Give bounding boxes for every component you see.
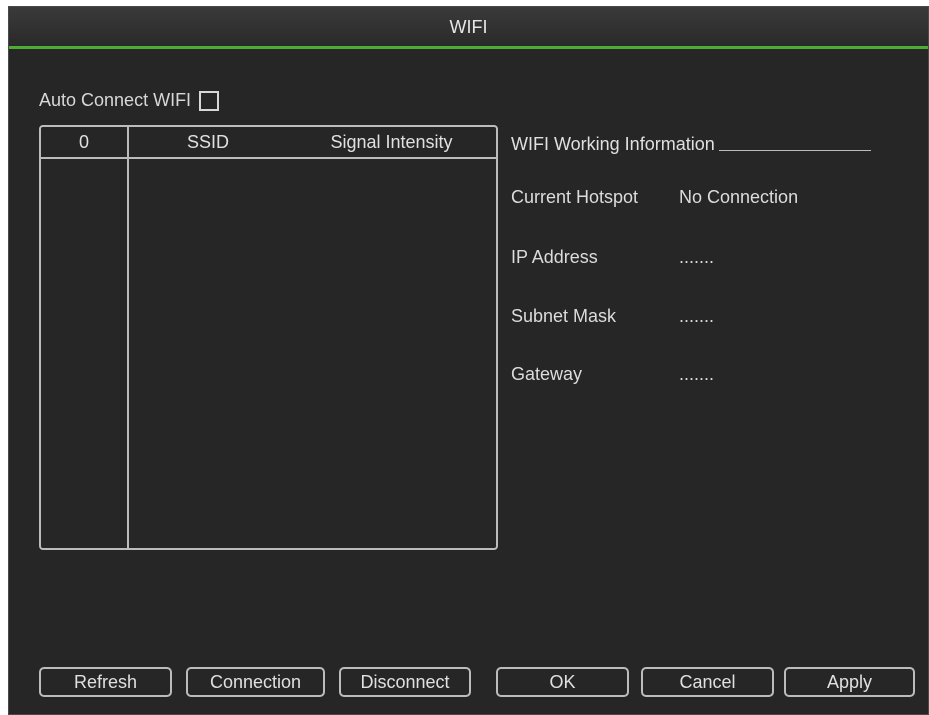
refresh-button[interactable]: Refresh bbox=[39, 667, 172, 697]
apply-button[interactable]: Apply bbox=[784, 667, 915, 697]
ip-address-label: IP Address bbox=[511, 247, 598, 267]
ip-address-row: IP Address....... bbox=[511, 247, 714, 268]
auto-connect-label: Auto Connect WIFI bbox=[39, 90, 192, 110]
ip-address-value: ....... bbox=[679, 247, 715, 267]
column-header-index[interactable]: 0 bbox=[41, 127, 129, 157]
cancel-button[interactable]: Cancel bbox=[641, 667, 774, 697]
wifi-dialog: WIFI Auto Connect WIFI 0 SSID Signal Int… bbox=[8, 6, 929, 715]
subnet-mask-row: Subnet Mask....... bbox=[511, 306, 714, 327]
wifi-network-table[interactable]: 0 SSID Signal Intensity bbox=[39, 125, 498, 550]
wifi-info-heading-text: WIFI Working Information bbox=[511, 134, 715, 154]
table-column-divider bbox=[127, 157, 129, 548]
table-header: 0 SSID Signal Intensity bbox=[41, 127, 496, 159]
ok-button[interactable]: OK bbox=[496, 667, 629, 697]
current-hotspot-label: Current Hotspot bbox=[511, 187, 639, 207]
gateway-value: ....... bbox=[679, 364, 715, 384]
gateway-label: Gateway bbox=[511, 364, 583, 384]
current-hotspot-row: Current Hotspot No Connection bbox=[511, 187, 798, 208]
column-header-signal[interactable]: Signal Intensity bbox=[287, 127, 496, 157]
heading-rule bbox=[718, 150, 871, 151]
column-header-ssid[interactable]: SSID bbox=[129, 127, 287, 157]
disconnect-button[interactable]: Disconnect bbox=[339, 667, 471, 697]
dialog-title: WIFI bbox=[9, 7, 928, 49]
wifi-info-heading: WIFI Working Information bbox=[511, 134, 871, 155]
subnet-mask-label: Subnet Mask bbox=[511, 306, 617, 326]
gateway-row: Gateway....... bbox=[511, 364, 714, 385]
current-hotspot-value: No Connection bbox=[679, 187, 799, 207]
subnet-mask-value: ....... bbox=[679, 306, 715, 326]
auto-connect-row: Auto Connect WIFI bbox=[39, 90, 220, 111]
connection-button[interactable]: Connection bbox=[186, 667, 325, 697]
auto-connect-checkbox[interactable] bbox=[199, 90, 220, 111]
